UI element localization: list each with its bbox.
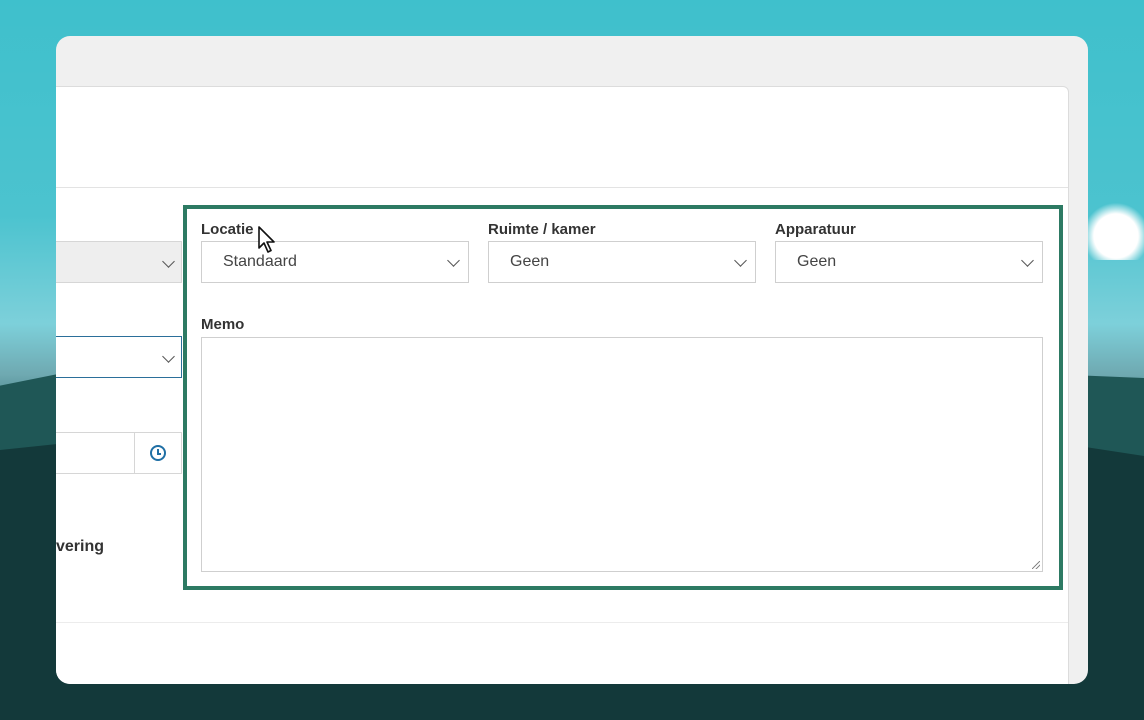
resize-grip-icon[interactable] (1032, 561, 1040, 569)
apparatuur-label: Apparatuur (775, 221, 856, 238)
time-picker-button[interactable] (134, 433, 181, 473)
mouse-cursor-icon (258, 226, 275, 253)
location-memo-panel: Locatie Standaard Ruimte / kamer Geen Ap… (183, 205, 1063, 590)
left-select-focused[interactable] (56, 336, 182, 378)
ruimte-label: Ruimte / kamer (488, 221, 596, 238)
memo-label: Memo (201, 316, 245, 333)
time-input[interactable] (56, 432, 182, 474)
chevron-down-icon (162, 350, 175, 363)
left-select-disabled[interactable] (56, 241, 182, 283)
ruimte-value: Geen (510, 253, 550, 270)
ruimte-select[interactable]: Geen (488, 241, 756, 283)
background-cloud (1088, 200, 1144, 260)
chevron-down-icon (734, 254, 747, 267)
apparatuur-value: Geen (797, 253, 837, 270)
chevron-down-icon (447, 254, 460, 267)
apparatuur-select[interactable]: Geen (775, 241, 1043, 283)
chevron-down-icon (162, 255, 175, 268)
left-partial-label: vering (56, 538, 105, 555)
header-divider (56, 187, 1068, 188)
locatie-label: Locatie (201, 221, 254, 238)
clock-icon (150, 445, 166, 461)
footer-divider (56, 622, 1068, 623)
locatie-select[interactable]: Standaard (201, 241, 469, 283)
chevron-down-icon (1021, 254, 1034, 267)
memo-textarea[interactable] (201, 337, 1043, 572)
